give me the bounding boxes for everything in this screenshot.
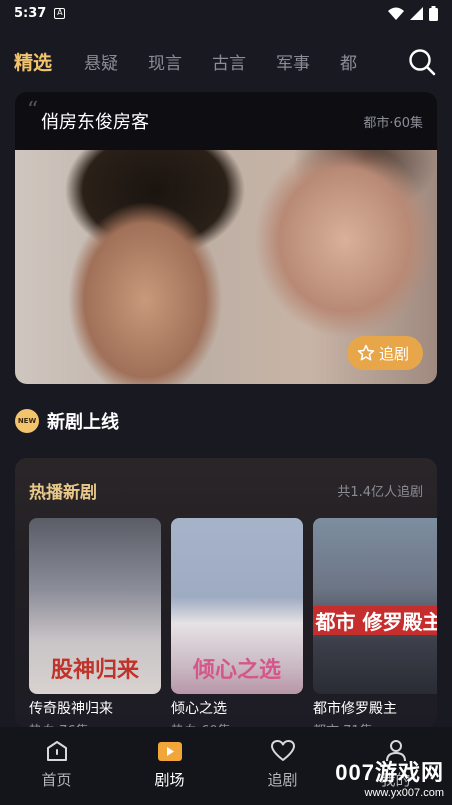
poster-title: 股神归来	[50, 657, 139, 683]
quote-icon: “	[27, 98, 39, 123]
follow-drama-button[interactable]: 追剧	[346, 336, 423, 370]
search-icon[interactable]	[408, 48, 436, 76]
tab-urban[interactable]: 都	[340, 49, 357, 74]
status-icons	[388, 5, 438, 21]
watermark: 007游戏网 www.yx007.com	[335, 755, 444, 799]
nav-follow[interactable]: 追剧	[226, 727, 339, 805]
drama-item[interactable]: 倾心之选 倾心之选 热血·60集	[171, 518, 303, 728]
drama-name: 倾心之选	[171, 701, 227, 717]
drama-item[interactable]: 股神归来 传奇股神归来 热血·76集	[29, 518, 161, 728]
hot-new-drama-card: 热播新剧 共1.4亿人追剧 股神归来 传奇股神归来 热血·76集 倾心之选 倾心…	[15, 458, 437, 728]
drama-poster[interactable]: 都市 修罗殿主	[313, 518, 437, 694]
category-tabs: 精选 悬疑 现言 古言 军事 都	[0, 40, 452, 82]
signal-icon	[410, 6, 423, 20]
nav-label: 剧场	[154, 771, 185, 789]
notification-icon: A	[54, 7, 66, 19]
featured-meta: 都市·60集	[363, 115, 423, 131]
new-drama-section-title: NEW 新剧上线	[15, 408, 119, 434]
status-time: 5:37	[14, 5, 47, 21]
watermark-title: 007游戏网	[335, 760, 444, 785]
poster-title: 倾心之选	[192, 657, 281, 683]
tab-ancient-romance[interactable]: 古言	[212, 49, 246, 74]
tab-suspense[interactable]: 悬疑	[84, 49, 118, 74]
tab-featured[interactable]: 精选	[14, 48, 52, 75]
featured-header: “ 俏房东俊房客 都市·60集	[15, 92, 437, 150]
watermark-url: www.yx007.com	[364, 787, 444, 799]
poster-title: 都市 修罗殿主	[313, 606, 437, 635]
heart-icon	[270, 740, 295, 761]
nav-theater[interactable]: 剧场	[113, 727, 226, 805]
nav-home[interactable]: 首页	[0, 727, 113, 805]
hot-header: 热播新剧 共1.4亿人追剧	[15, 458, 437, 503]
featured-cover-image[interactable]: 追剧	[15, 150, 437, 384]
nav-label: 追剧	[267, 771, 298, 789]
drama-list: 股神归来 传奇股神归来 热血·76集 倾心之选 倾心之选 热血·60集 都市 修…	[29, 518, 437, 728]
tabs-scroll: 精选 悬疑 现言 古言 军事 都	[14, 48, 376, 75]
theater-icon	[157, 742, 182, 761]
status-bar: 5:37 A	[0, 0, 452, 26]
featured-title: 俏房东俊房客	[41, 112, 149, 133]
tab-military[interactable]: 军事	[276, 49, 310, 74]
drama-name: 传奇股神归来	[29, 701, 113, 717]
hot-title: 热播新剧	[29, 483, 97, 503]
home-icon	[46, 741, 67, 761]
follow-label: 追剧	[378, 344, 409, 363]
drama-poster[interactable]: 倾心之选	[171, 518, 303, 694]
drama-poster[interactable]: 股神归来	[29, 518, 161, 694]
wifi-icon	[388, 7, 404, 20]
nav-label: 首页	[41, 771, 72, 789]
battery-icon	[429, 5, 438, 21]
new-badge-icon: NEW	[15, 409, 39, 433]
drama-item[interactable]: 都市 修罗殿主 都市修罗殿主 都市·71集	[313, 518, 437, 728]
tab-modern-romance[interactable]: 现言	[148, 49, 182, 74]
follower-count: 共1.4亿人追剧	[337, 485, 423, 500]
star-icon	[357, 344, 375, 361]
drama-name: 都市修罗殿主	[313, 701, 397, 717]
featured-drama-card[interactable]: “ 俏房东俊房客 都市·60集 追剧	[15, 92, 437, 384]
section-title-label: 新剧上线	[47, 412, 119, 433]
